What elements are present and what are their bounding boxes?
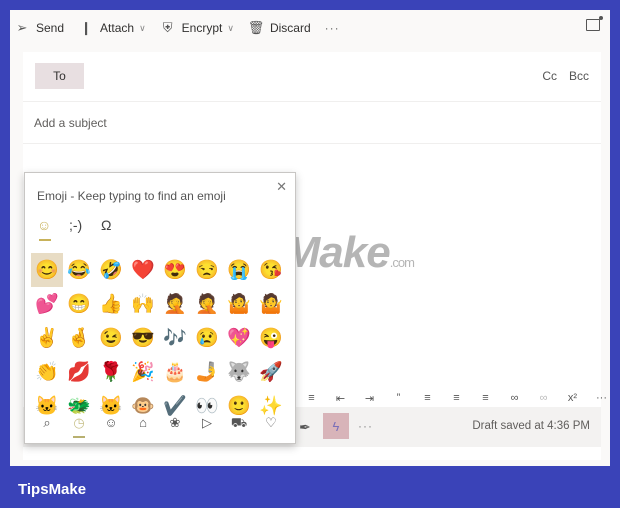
emoji-panel-title: Emoji - Keep typing to find an emoji: [37, 189, 226, 203]
emoji-item[interactable]: 👍: [95, 287, 127, 321]
emoji-item[interactable]: 😒: [191, 253, 223, 287]
discard-button[interactable]: 🗑︎ Discard: [248, 20, 311, 36]
emoji-panel: Emoji - Keep typing to find an emoji ✕ ☺…: [24, 172, 296, 444]
align-left-icon[interactable]: ≡: [413, 392, 442, 404]
people-category-icon[interactable]: ⌂: [127, 415, 159, 433]
tab-kaomoji[interactable]: ;-): [69, 217, 101, 233]
emoji-item[interactable]: 💖: [223, 321, 255, 355]
shield-lock-icon: ⛨: [162, 20, 173, 35]
emoji-item[interactable]: 🎶: [159, 321, 191, 355]
emoji-item[interactable]: 😜: [255, 321, 287, 355]
emoji-item[interactable]: 🤞: [63, 321, 95, 355]
bottom-more-button[interactable]: ···: [358, 419, 373, 433]
discard-label: Discard: [269, 21, 311, 35]
more-options-button[interactable]: ···: [325, 21, 340, 35]
emoji-category-bar: ⌕ ◷ ☺ ⌂ ❀ ▷ ⛟ ♡: [31, 415, 287, 438]
emoji-item[interactable]: ❤️: [127, 253, 159, 287]
emoji-item[interactable]: 😘: [255, 253, 287, 287]
emoji-item[interactable]: 😢: [191, 321, 223, 355]
heart-category-icon[interactable]: ♡: [255, 415, 287, 433]
more-formatting-button[interactable]: ···: [587, 392, 616, 404]
encrypt-label: Encrypt: [181, 21, 223, 35]
attach-label: Attach: [100, 21, 135, 35]
popout-window-icon[interactable]: [586, 16, 603, 31]
subject-input[interactable]: Add a subject: [23, 102, 601, 144]
recent-clock-icon[interactable]: ◷: [63, 415, 95, 438]
emoji-item[interactable]: 🚀: [255, 355, 287, 389]
emoji-item[interactable]: 🌹: [95, 355, 127, 389]
brand-logo: TipsMake: [18, 481, 87, 498]
car-category-icon[interactable]: ⛟: [223, 415, 255, 433]
chevron-down-icon: ∨: [139, 22, 146, 33]
emoji-item[interactable]: 🤷: [255, 287, 287, 321]
compose-toolbar: ➢ Send ❙ Attach ∨ ⛨ Encrypt ∨ 🗑︎ Discard…: [10, 10, 610, 46]
remove-link-icon[interactable]: ∞: [529, 392, 558, 404]
emoji-item[interactable]: 🎂: [159, 355, 191, 389]
encrypt-button[interactable]: ⛨ Encrypt ∨: [160, 20, 234, 36]
decrease-indent-icon[interactable]: ⇤: [326, 392, 355, 405]
emoji-item[interactable]: 🤣: [95, 253, 127, 287]
paperclip-icon: ❙: [80, 20, 92, 35]
smiley-category-icon[interactable]: ☺: [95, 415, 127, 433]
emoji-panel-tabs: ☺ ;-) Ω: [37, 217, 133, 241]
chevron-down-icon: ∨: [227, 22, 234, 33]
watermark-make: Make: [283, 228, 391, 277]
align-center-icon[interactable]: ≡: [442, 392, 471, 404]
emoji-item[interactable]: 🤦: [191, 287, 223, 321]
tab-emoji[interactable]: ☺: [37, 217, 69, 241]
emoji-item[interactable]: 😎: [127, 321, 159, 355]
draft-status: Draft saved at 4:36 PM: [472, 420, 590, 432]
pizza-category-icon[interactable]: ▷: [191, 415, 223, 433]
emoji-item[interactable]: 🐺: [223, 355, 255, 389]
emoji-item[interactable]: 🤷: [223, 287, 255, 321]
bcc-button[interactable]: Bcc: [569, 69, 589, 83]
emoji-item[interactable]: 🙌: [127, 287, 159, 321]
increase-indent-icon[interactable]: ⇥: [355, 392, 384, 405]
signature-pen-icon[interactable]: ✒︎: [299, 419, 311, 436]
emoji-item[interactable]: 🤳: [191, 355, 223, 389]
balloon-category-icon[interactable]: ❀: [159, 415, 191, 433]
emoji-item[interactable]: 😉: [95, 321, 127, 355]
send-button[interactable]: ➢ Send: [14, 20, 64, 36]
emoji-item[interactable]: 😊: [31, 253, 63, 287]
emoji-item[interactable]: 🎉: [127, 355, 159, 389]
emoji-grid: 😊 😂 🤣 ❤️ 😍 😒 😭 😘 💕 😁 👍 🙌 🤦 🤦 🤷 🤷 ✌️ 🤞 😉 😎 🎶 😢 💖 😜 👏 💋 🌹 🎉 🎂 🤳 🐺 🚀 🐱 🐲 🐱 🐵 ✔️…: [31, 253, 287, 423]
to-row: To Cc Bcc: [23, 52, 601, 102]
emoji-item[interactable]: 💋: [63, 355, 95, 389]
tab-symbols[interactable]: Ω: [101, 217, 133, 233]
emoji-item[interactable]: 💕: [31, 287, 63, 321]
quick-actions-icon[interactable]: ϟ: [323, 413, 349, 439]
superscript-icon[interactable]: x²: [558, 392, 587, 404]
emoji-item[interactable]: 😭: [223, 253, 255, 287]
attach-button[interactable]: ❙ Attach ∨: [78, 20, 146, 36]
send-icon: ➢: [16, 20, 28, 35]
emoji-item[interactable]: 😂: [63, 253, 95, 287]
emoji-item[interactable]: 😁: [63, 287, 95, 321]
close-icon[interactable]: ✕: [276, 179, 287, 195]
search-icon[interactable]: ⌕: [31, 415, 63, 433]
emoji-item[interactable]: 👏: [31, 355, 63, 389]
emoji-item[interactable]: 🤦: [159, 287, 191, 321]
insert-link-icon[interactable]: ∞: [500, 392, 529, 404]
to-button[interactable]: To: [35, 63, 84, 89]
emoji-item[interactable]: ✌️: [31, 321, 63, 355]
quote-icon[interactable]: ”: [384, 392, 413, 404]
emoji-item[interactable]: 😍: [159, 253, 191, 287]
cc-button[interactable]: Cc: [542, 69, 557, 83]
send-label: Send: [36, 21, 65, 35]
bullets-icon[interactable]: ≡: [297, 392, 326, 404]
watermark-com: .com: [389, 255, 415, 270]
align-right-icon[interactable]: ≡: [471, 392, 500, 404]
trash-icon: 🗑︎: [247, 20, 265, 35]
